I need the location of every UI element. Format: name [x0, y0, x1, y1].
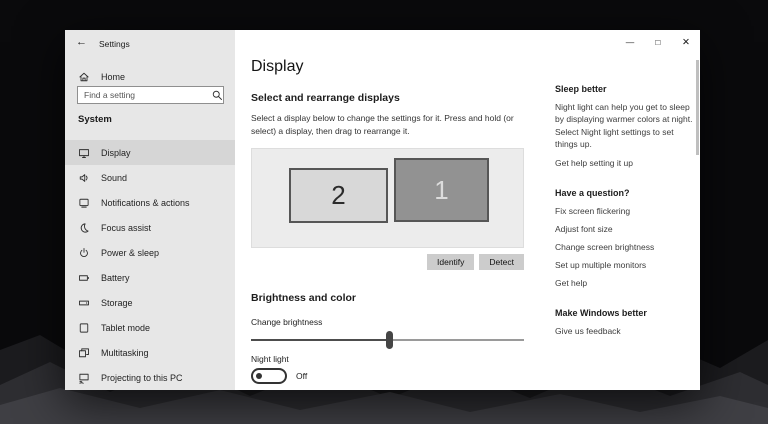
back-button[interactable]: ←	[76, 37, 87, 48]
brightness-slider[interactable]	[251, 330, 524, 350]
window-controls: — □ ✕	[616, 30, 700, 54]
sidebar-item-label: Power & sleep	[101, 248, 159, 258]
rearrange-description: Select a display below to change the set…	[251, 112, 531, 138]
rearrange-heading: Select and rearrange displays	[251, 92, 400, 104]
sidebar-item-focus-assist[interactable]: Focus assist	[65, 215, 235, 240]
monitor-2[interactable]: 2	[289, 168, 388, 223]
sidebar-item-label: Tablet mode	[101, 323, 150, 333]
sidebar-item-label: Sound	[101, 173, 127, 183]
link-get-help-setting-it-up[interactable]: Get help setting it up	[555, 158, 697, 168]
close-button[interactable]: ✕	[672, 30, 700, 54]
settings-content: — □ ✕ Display Select and rearrange displ…	[235, 30, 700, 390]
sidebar-item-home[interactable]: Home	[65, 66, 235, 88]
brightness-heading: Brightness and color	[251, 292, 356, 304]
settings-search-box	[77, 86, 224, 104]
make-windows-better-heading: Make Windows better	[555, 308, 697, 318]
settings-sidebar: ← Settings Home System Display Sound	[65, 30, 235, 390]
night-light-label: Night light	[251, 354, 289, 364]
sidebar-item-tablet-mode[interactable]: Tablet mode	[65, 315, 235, 340]
window-title: Settings	[99, 39, 130, 49]
sidebar-item-storage[interactable]: Storage	[65, 290, 235, 315]
night-light-state: Off	[296, 371, 307, 381]
tablet-icon	[78, 322, 90, 334]
sidebar-nav: Display Sound Notifications & actions Fo…	[65, 140, 235, 390]
link-change-screen-brightness[interactable]: Change screen brightness	[555, 242, 697, 252]
brightness-slider-thumb[interactable]	[386, 331, 393, 349]
sidebar-item-sound[interactable]: Sound	[65, 165, 235, 190]
sleep-better-heading: Sleep better	[555, 84, 697, 94]
multitasking-icon	[78, 347, 90, 359]
notifications-icon	[78, 197, 90, 209]
link-set-up-multiple-monitors[interactable]: Set up multiple monitors	[555, 260, 697, 270]
sidebar-home-label: Home	[101, 72, 125, 82]
sidebar-item-label: Projecting to this PC	[101, 373, 183, 383]
storage-icon	[78, 297, 90, 309]
night-light-toggle[interactable]	[251, 368, 287, 384]
page-title: Display	[251, 58, 303, 76]
detect-button[interactable]: Detect	[479, 254, 524, 270]
power-icon	[78, 247, 90, 259]
sidebar-section-system: System	[78, 114, 112, 125]
sidebar-item-power-sleep[interactable]: Power & sleep	[65, 240, 235, 265]
sidebar-item-label: Focus assist	[101, 223, 151, 233]
monitor-1[interactable]: 1	[394, 158, 489, 222]
link-adjust-font-size[interactable]: Adjust font size	[555, 224, 697, 234]
brightness-slider-fill	[251, 339, 390, 341]
search-input[interactable]	[78, 90, 211, 100]
maximize-button[interactable]: □	[644, 30, 672, 54]
display-icon	[78, 147, 90, 159]
search-icon[interactable]	[211, 89, 223, 101]
settings-window: ← Settings Home System Display Sound	[65, 30, 700, 390]
sleep-better-text: Night light can help you get to sleep by…	[555, 101, 697, 150]
scrollbar-track	[696, 56, 699, 388]
sidebar-item-label: Display	[101, 148, 131, 158]
monitor-buttons-row: Identify Detect	[251, 254, 524, 270]
home-icon	[78, 71, 90, 83]
have-a-question-heading: Have a question?	[555, 188, 697, 198]
sidebar-item-notifications[interactable]: Notifications & actions	[65, 190, 235, 215]
link-fix-screen-flickering[interactable]: Fix screen flickering	[555, 206, 697, 216]
sidebar-item-display[interactable]: Display	[65, 140, 235, 165]
link-get-help[interactable]: Get help	[555, 278, 697, 288]
sidebar-item-label: Multitasking	[101, 348, 149, 358]
sidebar-item-multitasking[interactable]: Multitasking	[65, 340, 235, 365]
titlebar[interactable]	[235, 30, 610, 56]
display-arrangement-canvas: 2 1	[251, 148, 524, 248]
scrollbar-thumb[interactable]	[696, 60, 699, 155]
toggle-knob	[256, 373, 262, 379]
identify-button[interactable]: Identify	[427, 254, 474, 270]
sidebar-item-label: Storage	[101, 298, 133, 308]
focus-assist-icon	[78, 222, 90, 234]
sidebar-item-label: Notifications & actions	[101, 198, 190, 208]
help-panel: Sleep better Night light can help you ge…	[555, 84, 697, 336]
projecting-icon	[78, 372, 90, 384]
battery-icon	[78, 272, 90, 284]
sidebar-item-label: Battery	[101, 273, 130, 283]
sidebar-item-projecting[interactable]: Projecting to this PC	[65, 365, 235, 390]
night-light-row: Off	[251, 368, 307, 384]
change-brightness-label: Change brightness	[251, 317, 322, 327]
link-give-us-feedback[interactable]: Give us feedback	[555, 326, 697, 336]
sound-icon	[78, 172, 90, 184]
sidebar-item-battery[interactable]: Battery	[65, 265, 235, 290]
minimize-button[interactable]: —	[616, 30, 644, 54]
